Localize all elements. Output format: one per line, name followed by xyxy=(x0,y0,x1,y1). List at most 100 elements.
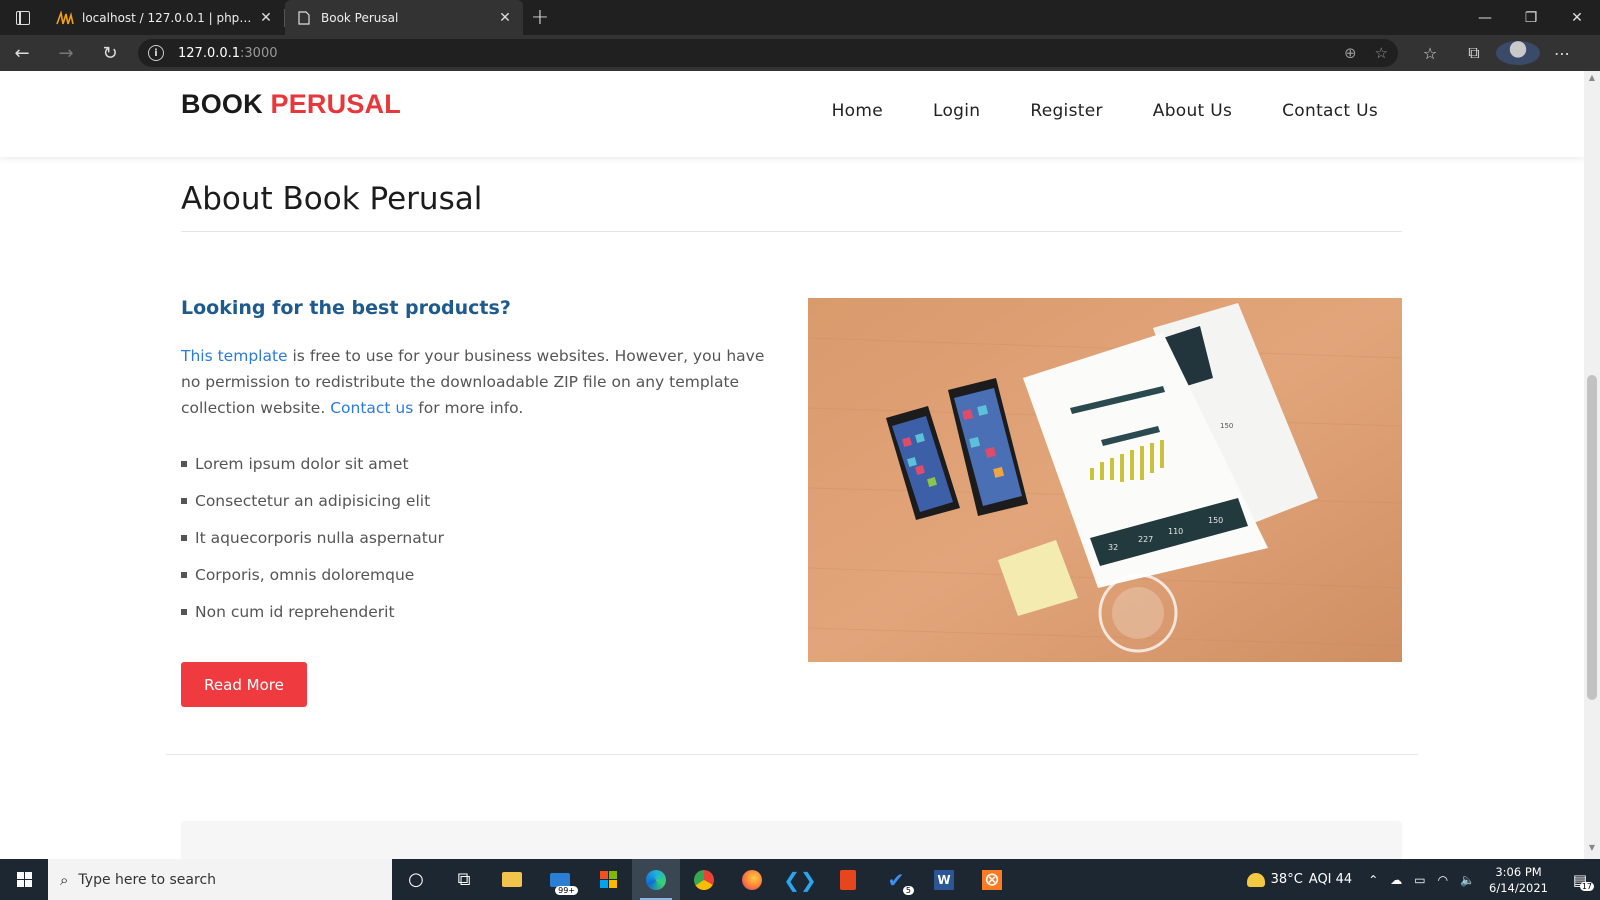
brand-part-2: PERUSAL xyxy=(270,89,401,119)
site-logo[interactable]: BOOK PERUSAL xyxy=(181,89,401,120)
search-icon: ⌕ xyxy=(60,870,69,889)
page-scrollbar[interactable]: ▲ ▼ xyxy=(1584,71,1600,859)
nav-login[interactable]: Login xyxy=(933,101,980,121)
zoom-icon[interactable]: ⊕ xyxy=(1344,44,1357,62)
favorites-icon[interactable]: ☆ xyxy=(1408,44,1452,63)
xampp-icon[interactable]: ⨂ xyxy=(968,859,1016,900)
list-item-text: Lorem ipsum dolor sit amet xyxy=(195,454,409,473)
search-placeholder: Type here to search xyxy=(78,871,217,888)
clock-time: 3:06 PM xyxy=(1495,864,1542,879)
onedrive-icon[interactable]: ☁ xyxy=(1390,873,1402,887)
page-favicon-icon xyxy=(295,10,313,26)
url-host: 127.0.0.1 xyxy=(178,45,241,61)
main-nav: Home Login Register About Us Contact Us xyxy=(832,101,1378,121)
scrollbar-thumb[interactable] xyxy=(1587,375,1597,700)
window-controls: — ❐ ✕ xyxy=(1462,0,1600,35)
report-value: 32 xyxy=(1108,543,1118,552)
bullet-icon xyxy=(181,460,187,467)
weather-widget[interactable]: 38°C AQI 44 xyxy=(1246,872,1353,887)
close-tab-icon[interactable]: ✕ xyxy=(258,10,274,26)
clock-date: 6/14/2021 xyxy=(1489,880,1548,895)
site-header: BOOK PERUSAL Home Login Register About U… xyxy=(0,71,1584,157)
section-divider xyxy=(166,754,1418,755)
restore-icon[interactable]: ❐ xyxy=(1508,0,1554,35)
template-link[interactable]: This template xyxy=(181,347,288,365)
chrome-icon[interactable] xyxy=(680,859,728,900)
close-window-icon[interactable]: ✕ xyxy=(1554,0,1600,35)
list-item: It aquecorporis nulla aspernatur xyxy=(181,519,444,556)
vscode-icon[interactable]: ❮❯ xyxy=(776,859,824,900)
air-quality: AQI 44 xyxy=(1308,872,1353,887)
list-item: Corporis, omnis doloremque xyxy=(181,556,444,593)
notification-count: 17 xyxy=(1579,881,1594,891)
nav-home[interactable]: Home xyxy=(832,101,883,121)
task-view-icon[interactable]: ⧉ xyxy=(440,859,488,900)
tab-title: localhost / 127.0.0.1 | phpMyAdmin xyxy=(82,10,258,25)
windows-start-icon[interactable] xyxy=(0,859,48,900)
list-item: Lorem ipsum dolor sit amet xyxy=(181,445,444,482)
mail-badge: 99+ xyxy=(555,886,578,895)
scroll-down-icon[interactable]: ▼ xyxy=(1584,843,1600,857)
page-viewport: BOOK PERUSAL Home Login Register About U… xyxy=(0,71,1584,859)
phpmyadmin-favicon-icon xyxy=(56,10,74,26)
list-item: Non cum id reprehenderit xyxy=(181,593,444,630)
system-clock[interactable]: 3:06 PM 6/14/2021 xyxy=(1489,864,1548,896)
profile-avatar[interactable] xyxy=(1496,41,1540,65)
report-value: 110 xyxy=(1168,527,1183,536)
brand-part-1: BOOK xyxy=(181,89,263,119)
tab-phpmyadmin[interactable]: localhost / 127.0.0.1 | phpMyAdmin ✕ xyxy=(46,0,284,35)
list-item-text: Consectetur an adipisicing elit xyxy=(195,491,431,510)
feature-list: Lorem ipsum dolor sit amet Consectetur a… xyxy=(181,445,444,630)
contact-link[interactable]: Contact us xyxy=(330,399,413,417)
bullet-icon xyxy=(181,571,187,578)
report-value: 150 xyxy=(1208,516,1223,525)
tab-title: Book Perusal xyxy=(321,10,399,25)
mail-icon[interactable]: 99+ xyxy=(536,859,584,900)
scroll-up-icon[interactable]: ▲ xyxy=(1584,73,1600,87)
back-icon[interactable]: ← xyxy=(0,35,44,71)
notification-center-icon[interactable]: ▤ 17 xyxy=(1560,871,1600,891)
browser-tab-bar: localhost / 127.0.0.1 | phpMyAdmin ✕ Boo… xyxy=(0,0,1600,35)
taskbar-search-input[interactable]: ⌕ Type here to search xyxy=(48,859,392,900)
list-item: Consectetur an adipisicing elit xyxy=(181,482,444,519)
tab-book-perusal[interactable]: Book Perusal ✕ xyxy=(285,0,523,35)
nav-register[interactable]: Register xyxy=(1030,101,1102,121)
cortana-icon[interactable]: ○ xyxy=(392,859,440,900)
collections-icon[interactable]: ⧉ xyxy=(1452,43,1496,63)
refresh-icon[interactable]: ↻ xyxy=(88,35,132,71)
battery-icon[interactable]: ▭ xyxy=(1414,873,1425,887)
file-explorer-icon[interactable] xyxy=(488,859,536,900)
list-item-text: Corporis, omnis doloremque xyxy=(195,565,415,584)
taskbar: ⌕ Type here to search ○ ⧉ 99+ ❮❯ ✔ 5 W ⨂… xyxy=(0,859,1600,900)
minimize-icon[interactable]: — xyxy=(1462,0,1508,35)
site-info-icon[interactable]: i xyxy=(148,45,164,61)
about-illustration: 32 227 110 150 150 xyxy=(808,298,1402,662)
forward-icon[interactable]: → xyxy=(44,35,88,71)
tab-actions-button[interactable] xyxy=(0,0,46,35)
section-subheading: Looking for the best products? xyxy=(181,297,511,319)
office-icon[interactable] xyxy=(824,859,872,900)
show-hidden-icons-icon[interactable]: ⌃ xyxy=(1368,873,1378,887)
more-icon[interactable]: ⋯ xyxy=(1540,44,1584,63)
wifi-icon[interactable]: ◠ xyxy=(1438,873,1448,887)
todo-icon[interactable]: ✔ 5 xyxy=(872,859,920,900)
nav-about-us[interactable]: About Us xyxy=(1153,101,1232,121)
url-port: :3000 xyxy=(240,45,278,61)
bullet-icon xyxy=(181,608,187,615)
new-tab-button[interactable]: + xyxy=(523,5,557,30)
volume-icon[interactable]: 🔈 xyxy=(1460,873,1475,887)
weather-icon xyxy=(1246,872,1265,887)
intro-paragraph: This template is free to use for your bu… xyxy=(181,343,781,421)
close-tab-icon[interactable]: ✕ xyxy=(497,10,513,26)
read-more-button[interactable]: Read More xyxy=(181,662,307,707)
store-icon[interactable] xyxy=(584,859,632,900)
firefox-icon[interactable] xyxy=(728,859,776,900)
word-icon[interactable]: W xyxy=(920,859,968,900)
address-bar[interactable]: i 127.0.0.1 :3000 ⊕ ☆ xyxy=(138,39,1398,67)
add-favorite-icon[interactable]: ☆ xyxy=(1375,44,1388,62)
nav-contact-us[interactable]: Contact Us xyxy=(1282,101,1378,121)
list-item-text: It aquecorporis nulla aspernatur xyxy=(195,528,444,547)
report-value: 150 xyxy=(1220,422,1233,430)
edge-icon[interactable] xyxy=(632,859,680,900)
todo-badge: 5 xyxy=(902,886,914,895)
